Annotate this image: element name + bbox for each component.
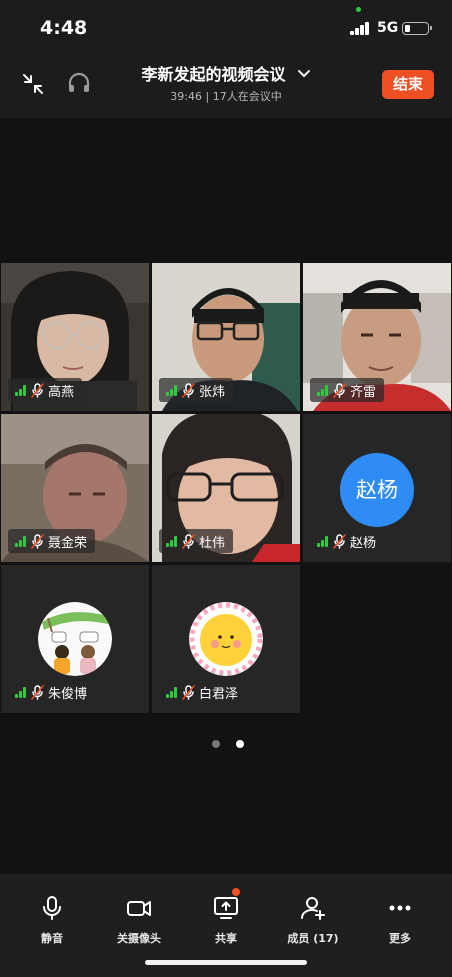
participant-nametag: 朱俊博 [8, 680, 95, 704]
add-member-icon [300, 897, 325, 920]
mute-label: 静音 [41, 932, 63, 945]
camera-off-label: 关摄像头 [117, 932, 161, 945]
mic-off-icon [333, 382, 346, 398]
participant-tile[interactable]: 杜伟 [152, 414, 300, 562]
screen-share-icon [214, 897, 238, 919]
more-dots-icon [389, 905, 411, 911]
participant-name: 赵杨 [350, 535, 377, 551]
share-button[interactable]: 共享 [181, 888, 271, 946]
network-type: 5G [377, 20, 399, 36]
avatar [38, 602, 112, 676]
participant-tile[interactable]: 齐雷 [303, 263, 451, 411]
meeting-title[interactable]: 李新发起的视频会议 [141, 65, 285, 84]
signal-strength-icon [166, 535, 178, 547]
page-indicator[interactable] [212, 740, 244, 748]
participant-nametag: 张炜 [159, 378, 234, 402]
participant-nametag: 高燕 [8, 378, 83, 402]
notification-dot [232, 888, 240, 896]
members-label: 成员 (17) [287, 932, 339, 945]
participant-tile[interactable]: 张炜 [152, 263, 300, 411]
home-indicator[interactable] [145, 960, 307, 965]
share-label: 共享 [215, 932, 237, 945]
status-bar: 4:48 5G [0, 0, 452, 56]
participant-tile[interactable]: 朱俊博 [1, 565, 149, 713]
mic-off-icon [182, 684, 195, 700]
signal-strength-icon [317, 384, 329, 396]
signal-strength-icon [15, 535, 27, 547]
participant-tile[interactable]: 聂金荣 [1, 414, 149, 562]
cellular-signal-icon [350, 22, 370, 35]
camera-indicator [356, 7, 361, 12]
meeting-header: 李新发起的视频会议 39:46 | 17人在会议中 结束 [0, 56, 452, 118]
mic-off-icon [31, 382, 44, 398]
participant-nametag: 齐雷 [310, 378, 385, 402]
mic-off-icon [31, 533, 44, 549]
participant-tile[interactable]: 赵杨 赵杨 [303, 414, 451, 562]
mic-off-icon [31, 684, 44, 700]
participant-nametag: 聂金荣 [8, 529, 96, 553]
status-time: 4:48 [40, 17, 88, 39]
participant-name: 杜伟 [199, 535, 226, 551]
participant-nametag: 白君泽 [159, 680, 246, 704]
camera-off-button[interactable]: 关摄像头 [94, 894, 184, 946]
participant-nametag: 赵杨 [310, 529, 384, 553]
participant-tile[interactable]: 高燕 [1, 263, 149, 411]
participant-name: 白君泽 [199, 686, 239, 702]
more-button[interactable]: 更多 [355, 894, 445, 946]
signal-strength-icon [166, 384, 178, 396]
signal-strength-icon [317, 535, 329, 547]
avatar [189, 602, 263, 676]
mic-off-icon [182, 533, 195, 549]
page-dot-active[interactable] [236, 740, 244, 748]
avatar: 赵杨 [340, 453, 414, 527]
page-dot[interactable] [212, 740, 220, 748]
participant-nametag: 杜伟 [159, 529, 234, 553]
mic-off-icon [182, 382, 195, 398]
participant-name: 齐雷 [350, 384, 377, 400]
participant-name: 朱俊博 [48, 686, 88, 702]
end-meeting-button[interactable]: 结束 [382, 70, 434, 99]
battery-icon [402, 22, 432, 35]
signal-strength-icon [166, 686, 178, 698]
more-label: 更多 [389, 932, 411, 945]
participant-name: 聂金荣 [48, 535, 88, 551]
signal-strength-icon [15, 384, 27, 396]
chevron-down-icon[interactable] [297, 69, 311, 79]
signal-strength-icon [15, 686, 27, 698]
video-camera-icon [127, 901, 151, 916]
mute-button[interactable]: 静音 [7, 894, 97, 946]
mic-off-icon [333, 533, 346, 549]
microphone-icon [43, 896, 61, 920]
members-button[interactable]: 成员 (17) [268, 894, 358, 946]
participant-tile[interactable]: 白君泽 [152, 565, 300, 713]
participant-name: 张炜 [199, 384, 226, 400]
participant-name: 高燕 [48, 384, 75, 400]
